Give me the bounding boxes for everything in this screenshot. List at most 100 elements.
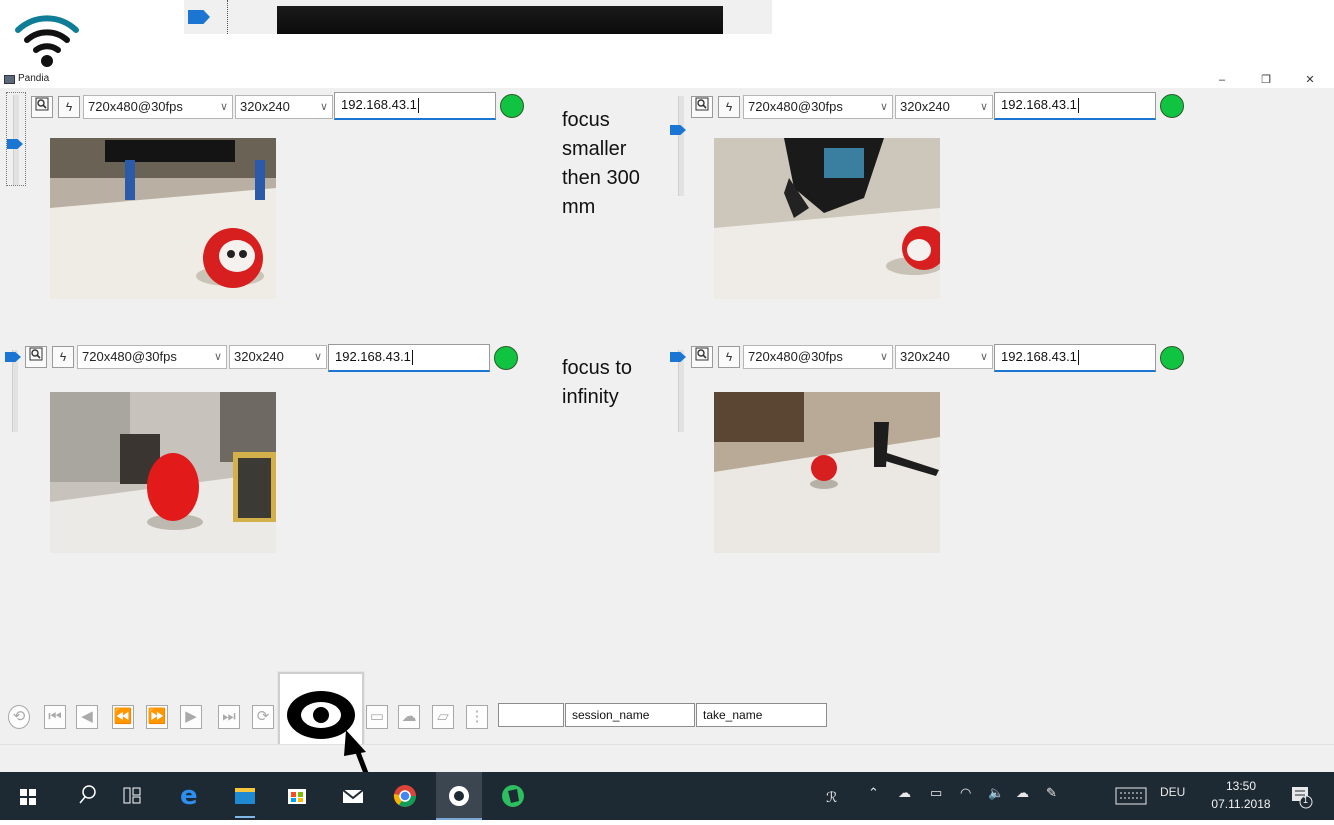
note-line: then 300 xyxy=(562,167,640,189)
file-explorer-icon[interactable] xyxy=(230,772,260,820)
resolution-value: 720x480@30fps xyxy=(748,99,843,114)
save-icon[interactable]: ▭ xyxy=(366,705,388,729)
note-line: focus to xyxy=(562,357,633,379)
resolution-select[interactable]: 720x480@30fps ∨ xyxy=(743,95,893,119)
take-name-value: take_name xyxy=(703,708,763,722)
evernote-icon[interactable] xyxy=(498,772,528,820)
skip-to-end-icon[interactable]: ⏭ xyxy=(218,705,240,729)
zoom-preview-icon[interactable] xyxy=(691,346,713,368)
note-line: focus xyxy=(562,109,610,131)
wifi-tray-icon[interactable]: ◠ xyxy=(960,785,971,801)
annotation-text: focus to infinity xyxy=(562,354,632,412)
note-line: infinity xyxy=(562,386,619,408)
camera-preview xyxy=(714,392,940,553)
mail-icon[interactable] xyxy=(338,772,368,820)
volume-icon[interactable]: 🔈 xyxy=(988,785,1004,801)
clock[interactable]: 13:50 07.11.2018 xyxy=(1200,777,1282,813)
notification-badge: 1 xyxy=(1303,795,1309,805)
focus-slider[interactable] xyxy=(6,92,26,186)
take-name-input[interactable]: take_name xyxy=(696,703,827,727)
ip-input[interactable]: 192.168.43.1 xyxy=(334,92,496,120)
ip-value: 192.168.43.1 xyxy=(335,349,411,364)
play-icon[interactable]: ▶ xyxy=(180,705,202,729)
preview-size-select[interactable]: 320x240 ∨ xyxy=(235,95,333,119)
session-name-value: session_name xyxy=(572,708,650,722)
preview-size-select[interactable]: 320x240 ∨ xyxy=(895,345,993,369)
search-icon[interactable] xyxy=(76,772,100,820)
onedrive-icon[interactable]: ☁ xyxy=(898,785,911,801)
focus-slider[interactable] xyxy=(678,350,684,432)
preview-size-value: 320x240 xyxy=(240,99,290,114)
annotation-text: focus smaller then 300 mm xyxy=(562,106,640,222)
ip-input[interactable]: 192.168.43.1 xyxy=(994,92,1156,120)
resolution-select[interactable]: 720x480@30fps ∨ xyxy=(83,95,233,119)
menu-icon[interactable]: ⋮ xyxy=(466,705,488,729)
upload-cloud-icon[interactable]: ☁ xyxy=(398,705,420,729)
wifi-icon xyxy=(15,15,79,67)
empty-field[interactable] xyxy=(498,703,564,727)
step-back-icon[interactable]: ⏪ xyxy=(112,705,134,729)
step-forward-icon[interactable]: ⏩ xyxy=(146,705,168,729)
taskbar: e ℛ ⌃ ☁ ▭ ◠ 🔈 ☁ ✎ DEU 13:50 07.11.2018 1 xyxy=(0,772,1334,820)
cropped-panel-strip xyxy=(184,0,772,34)
store-icon[interactable] xyxy=(282,772,312,820)
clock-time: 13:50 xyxy=(1225,779,1257,793)
ip-input[interactable]: 192.168.43.1 xyxy=(994,344,1156,372)
keyboard-icon[interactable] xyxy=(1078,772,1148,820)
chrome-icon[interactable] xyxy=(390,772,420,820)
flash-icon[interactable]: ϟ xyxy=(718,346,740,368)
rewind-x2-icon[interactable]: ⟲ xyxy=(8,705,30,729)
flash-icon[interactable]: ϟ xyxy=(58,96,80,118)
status-bar xyxy=(0,744,1334,772)
focus-slider[interactable] xyxy=(678,96,684,196)
tray-chevron-icon[interactable]: ⌃ xyxy=(868,785,879,801)
resolution-select[interactable]: 720x480@30fps ∨ xyxy=(743,345,893,369)
pandia-taskbar-button[interactable] xyxy=(436,772,482,820)
session-name-input[interactable]: session_name xyxy=(565,703,695,727)
edge-browser-icon[interactable]: e xyxy=(176,772,206,820)
camera-preview xyxy=(714,138,940,299)
note-line: mm xyxy=(562,196,596,218)
play-reverse-icon[interactable]: ◀ xyxy=(76,705,98,729)
connection-status-indicator xyxy=(1160,94,1184,118)
flash-icon[interactable]: ϟ xyxy=(52,346,74,368)
connection-status-indicator xyxy=(500,94,524,118)
camera-preview xyxy=(277,6,723,34)
minimize-button[interactable]: – xyxy=(1212,72,1232,88)
fast-forward-x2-icon[interactable]: ⟳ xyxy=(252,705,274,729)
action-center-icon[interactable]: 1 xyxy=(1286,772,1316,820)
people-icon[interactable]: ℛ xyxy=(824,772,848,820)
preview-size-value: 320x240 xyxy=(900,349,950,364)
connection-status-indicator xyxy=(1160,346,1184,370)
resolution-value: 720x480@30fps xyxy=(82,349,177,364)
preview-size-value: 320x240 xyxy=(234,349,284,364)
zoom-preview-icon[interactable] xyxy=(691,96,713,118)
svg-text:ℛ: ℛ xyxy=(826,790,837,806)
ip-input[interactable]: 192.168.43.1 xyxy=(328,344,490,372)
close-button[interactable]: ✕ xyxy=(1300,72,1320,88)
window-title: Pandia xyxy=(18,73,50,84)
preview-size-select[interactable]: 320x240 ∨ xyxy=(895,95,993,119)
zoom-preview-icon[interactable] xyxy=(25,346,47,368)
preview-size-select[interactable]: 320x240 ∨ xyxy=(229,345,327,369)
task-view-icon[interactable] xyxy=(120,772,144,820)
windows-start-icon[interactable] xyxy=(16,772,40,820)
restore-button[interactable]: ❐ xyxy=(1256,72,1276,88)
pen-icon[interactable]: ✎ xyxy=(1046,785,1057,801)
ip-value: 192.168.43.1 xyxy=(1001,349,1077,364)
open-folder-icon[interactable]: ▱ xyxy=(432,705,454,729)
resolution-select[interactable]: 720x480@30fps ∨ xyxy=(77,345,227,369)
battery-icon[interactable]: ▭ xyxy=(930,785,942,801)
flash-icon[interactable]: ϟ xyxy=(718,96,740,118)
cloud-upload-icon[interactable]: ☁ xyxy=(1016,785,1029,801)
skip-to-start-icon[interactable]: ⏮ xyxy=(44,705,66,729)
focus-slider[interactable] xyxy=(12,350,18,432)
language-indicator[interactable]: DEU xyxy=(1160,785,1185,799)
ip-value: 192.168.43.1 xyxy=(341,97,417,112)
camera-preview xyxy=(50,138,276,299)
zoom-preview-icon[interactable] xyxy=(31,96,53,118)
svg-text:e: e xyxy=(180,781,198,811)
clock-date: 07.11.2018 xyxy=(1211,797,1271,811)
slider-handle-icon[interactable] xyxy=(7,139,23,149)
camera-preview xyxy=(50,392,276,553)
